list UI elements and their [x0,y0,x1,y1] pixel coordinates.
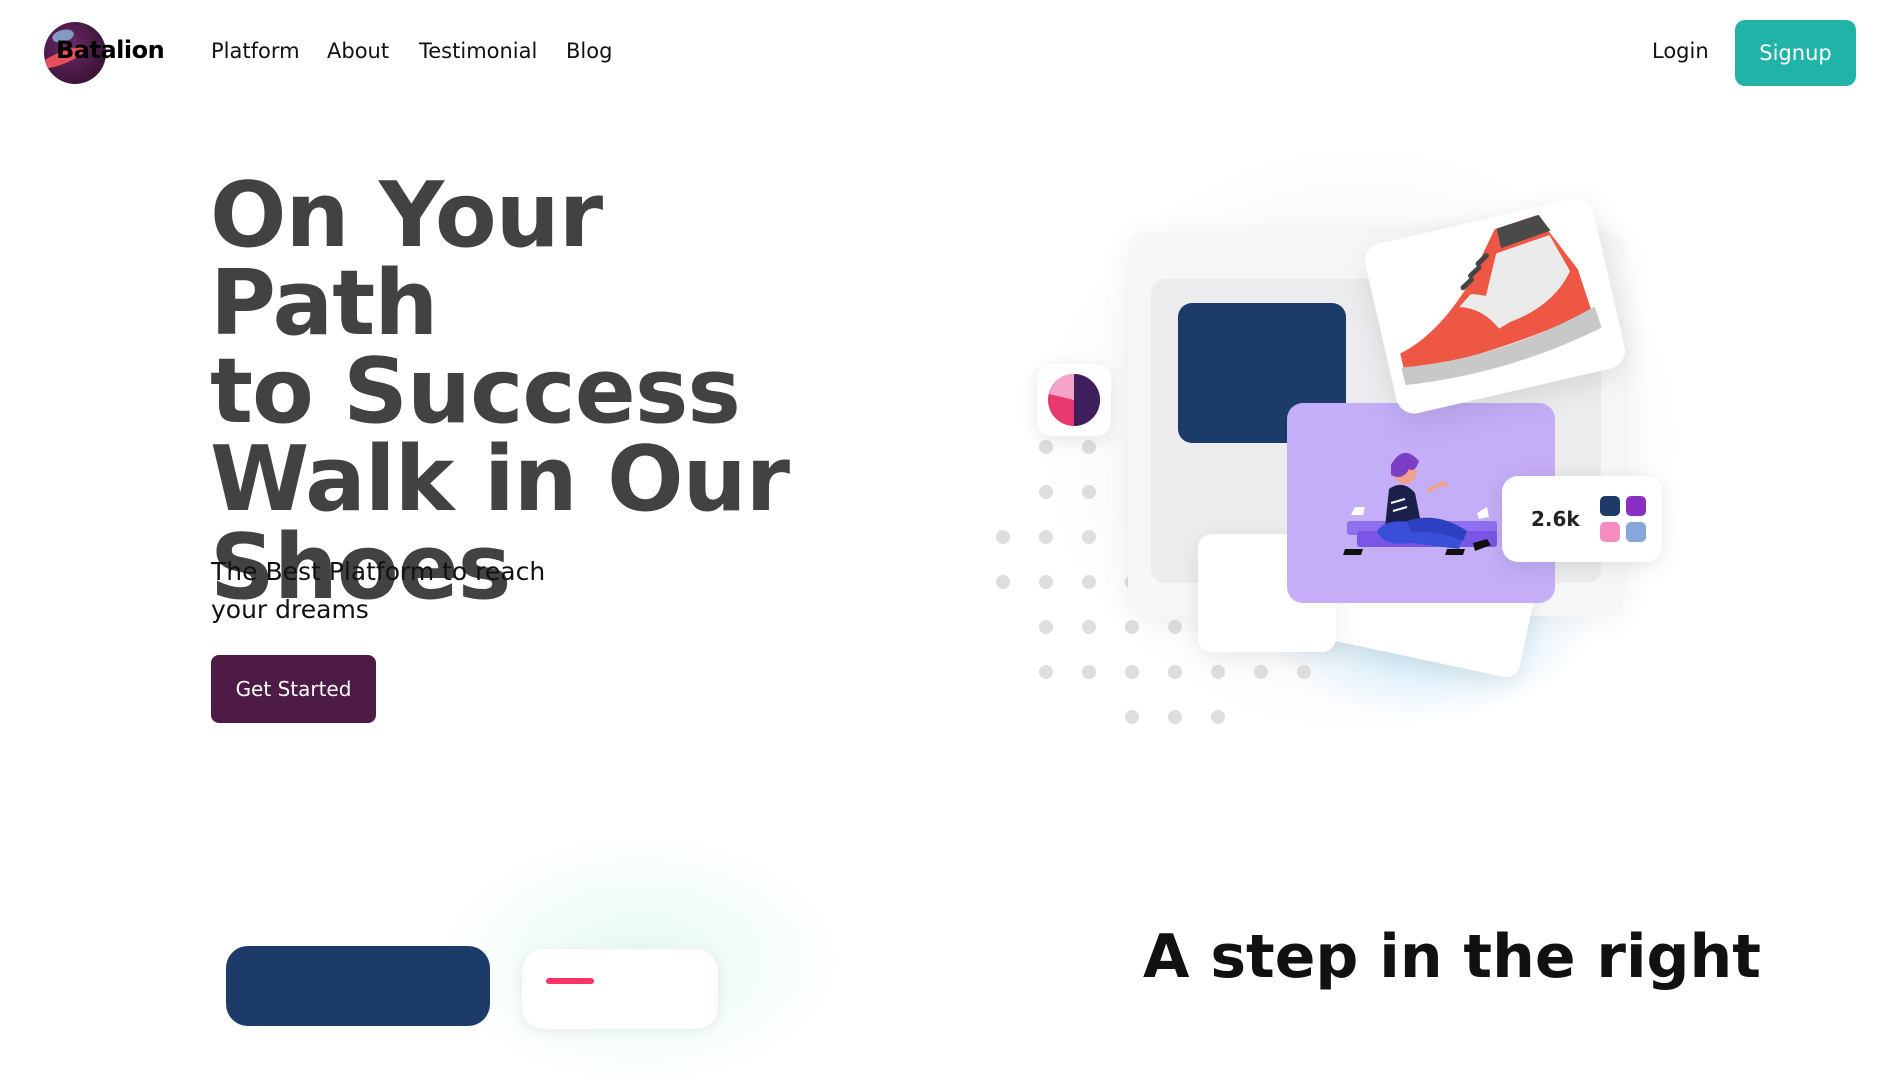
hero-title: On Your Path to Success Walk in Our Shoe… [210,171,850,613]
color-swatch [1626,522,1646,542]
section2-title: A step in the right [1143,922,1761,992]
get-started-button[interactable]: Get Started [211,655,376,723]
section2-white-card [522,949,718,1029]
nav-link-about[interactable]: About [327,39,389,63]
section2-navy-card [226,946,490,1026]
hero-title-line: On Your Path [210,163,603,356]
signup-button[interactable]: Signup [1735,20,1856,86]
section2-pink-bar [546,978,594,984]
nav-link-blog[interactable]: Blog [566,39,612,63]
nav-link-testimonial[interactable]: Testimonial [419,39,537,63]
nav-link-platform[interactable]: Platform [211,39,300,63]
login-link[interactable]: Login [1652,39,1709,63]
color-swatch [1600,496,1620,516]
pie-widget [1037,364,1111,436]
brand-name[interactable]: Batalion [56,36,165,64]
hero-subtitle-line: your dreams [211,595,369,624]
hero-subtitle: The Best Platform to reach your dreams [211,553,571,629]
stat-card [1502,476,1662,562]
color-swatch [1626,496,1646,516]
pie-chart-icon [1048,374,1100,426]
color-swatch [1600,522,1620,542]
stat-value: 2.6k [1531,507,1580,531]
hero-subtitle-line: The Best Platform to reach [211,557,546,586]
